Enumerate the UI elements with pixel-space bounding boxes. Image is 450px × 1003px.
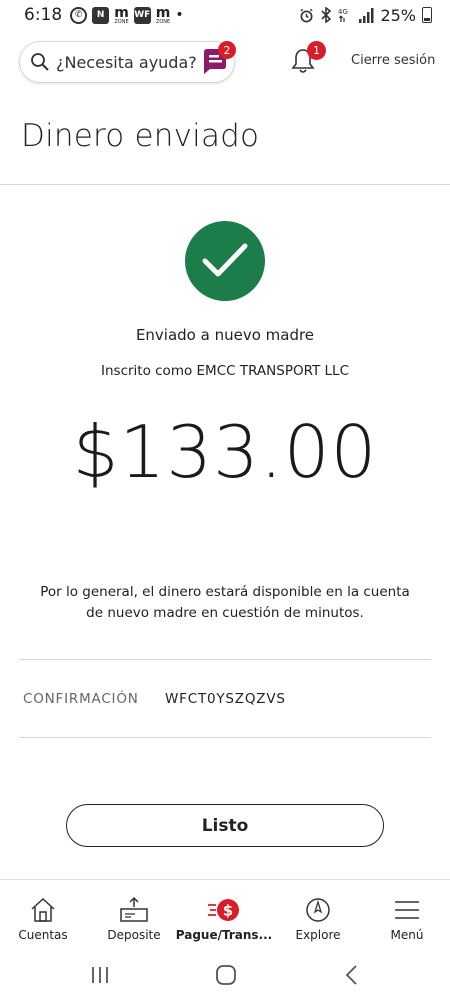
search-icon [31, 53, 49, 71]
nav-item-menu[interactable]: Menú [382, 880, 432, 947]
deposit-icon [120, 896, 148, 922]
enrolled-as-text: Inscrito como EMCC TRANSPORT LLC [101, 363, 349, 379]
nav-item-explore[interactable]: Explore [289, 880, 347, 947]
top-header: ¿Necesita ayuda? 2 1 Cierre sesión [0, 38, 450, 86]
wf-app-icon: WF [133, 6, 151, 24]
chat-badge: 2 [218, 41, 236, 59]
back-icon[interactable] [344, 964, 358, 986]
pay-transfer-icon: $ [208, 899, 239, 921]
battery-percent: 25% [380, 5, 416, 25]
nav-label: Cuentas [18, 928, 68, 942]
bluetooth-icon [321, 7, 332, 23]
logout-link[interactable]: Cierre sesión [351, 53, 435, 68]
amount-sent: $133.00 [72, 410, 378, 494]
news-app-icon: m ZONE [114, 4, 129, 25]
svg-text:4G: 4G [338, 8, 348, 16]
status-bar: 6:18 ✆ N m ZONE WF m ZONE • 4G 25% [0, 0, 450, 30]
recipient-text: Enviado a nuevo madre [135, 326, 315, 344]
alarm-icon [300, 8, 313, 22]
availability-line-2: de nuevo madre en cuestión de minutos. [86, 605, 364, 621]
done-button[interactable]: Listo [66, 804, 384, 847]
status-left: 6:18 ✆ N m ZONE WF m ZONE • [24, 5, 184, 25]
compass-icon [306, 898, 330, 922]
search-placeholder: ¿Necesita ayuda? [56, 52, 197, 72]
confirmation-number: WFCT0YSZQZVS [165, 691, 286, 707]
system-nav-bar [0, 947, 450, 1003]
success-check-icon [185, 221, 265, 301]
confirmation-label: CONFIRMACIÓN [23, 691, 139, 707]
more-notifications-icon: • [175, 7, 184, 23]
status-right: 4G 25% [299, 6, 432, 25]
title-divider [0, 184, 450, 185]
availability-line-1: Por lo general, el dinero estará disponi… [40, 584, 410, 600]
network-4g-icon: 4G [338, 8, 348, 22]
nav-item-deposite[interactable]: Deposite [104, 880, 164, 947]
page-title: Dinero enviado [21, 118, 260, 154]
nav-label: Explore [295, 928, 341, 942]
svg-text:$: $ [223, 902, 233, 920]
home-button-icon[interactable] [215, 964, 237, 986]
nav-label: Deposite [107, 928, 161, 942]
whatsapp-icon: ✆ [70, 6, 88, 24]
battery-icon [422, 7, 432, 23]
recent-apps-icon[interactable] [91, 965, 109, 985]
nav-item-pague-transfiera[interactable]: $ Pague/Trans... [176, 880, 272, 947]
home-icon [31, 897, 55, 922]
availability-note: Por lo general, el dinero estará disponi… [20, 582, 430, 624]
nav-label: Pague/Trans... [175, 928, 273, 942]
nav-label: Menú [390, 928, 424, 942]
nav-item-cuentas[interactable]: Cuentas [14, 880, 72, 947]
menu-icon [395, 901, 419, 919]
bottom-nav: Cuentas Deposite $ Pague/Trans... Explor… [0, 879, 450, 946]
app-notification-icon: N [92, 6, 110, 24]
notification-badge: 1 [307, 41, 326, 60]
status-time: 6:18 [24, 5, 63, 25]
divider [19, 659, 431, 660]
news-app-icon-2: m ZONE [155, 4, 171, 25]
divider [19, 737, 431, 738]
signal-icon [359, 7, 374, 23]
